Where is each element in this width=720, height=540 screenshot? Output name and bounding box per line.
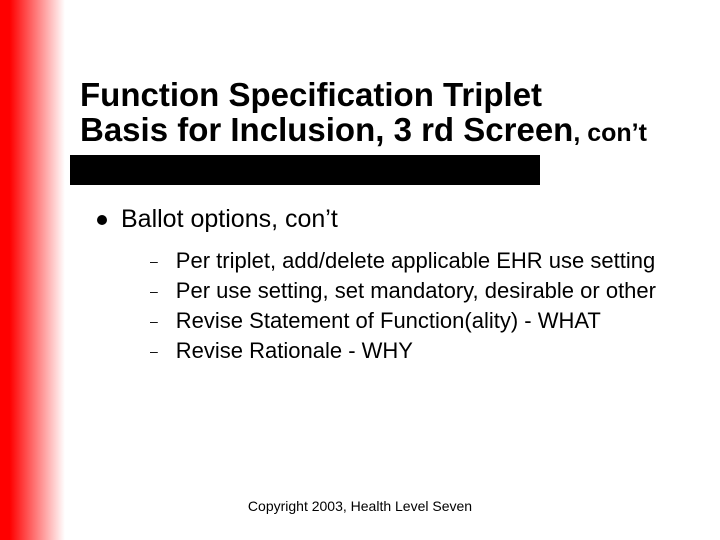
list-item: – Revise Statement of Function(ality) - … [150, 308, 656, 334]
bullet-dot-icon [97, 215, 107, 225]
list-item-text: Revise Rationale - WHY [176, 338, 413, 364]
bullet-level-1: Ballot options, con’t [97, 205, 338, 234]
list-item: – Per use setting, set mandatory, desira… [150, 278, 656, 304]
dash-icon: – [150, 340, 158, 362]
left-gradient-band [0, 0, 65, 540]
title-underline-bar [70, 155, 540, 185]
dash-icon: – [150, 280, 158, 302]
footer-copyright: Copyright 2003, Health Level Seven [0, 498, 720, 514]
sub-bullet-list: – Per triplet, add/delete applicable EHR… [150, 248, 656, 368]
bullet-label: Ballot options, con’t [121, 205, 338, 234]
title-line-2-main: Basis for Inclusion, 3 rd Screen [80, 111, 573, 148]
title-line-1: Function Specification Triplet [80, 78, 647, 113]
title-line-2-sub: , con’t [573, 119, 647, 147]
title-line-2: Basis for Inclusion, 3 rd Screen, con’t [80, 113, 647, 148]
list-item-text: Revise Statement of Function(ality) - WH… [176, 308, 601, 334]
list-item-text: Per triplet, add/delete applicable EHR u… [176, 248, 655, 274]
slide-title: Function Specification Triplet Basis for… [80, 78, 647, 148]
dash-icon: – [150, 250, 158, 272]
dash-icon: – [150, 310, 158, 332]
list-item-text: Per use setting, set mandatory, desirabl… [176, 278, 656, 304]
list-item: – Per triplet, add/delete applicable EHR… [150, 248, 656, 274]
list-item: – Revise Rationale - WHY [150, 338, 656, 364]
